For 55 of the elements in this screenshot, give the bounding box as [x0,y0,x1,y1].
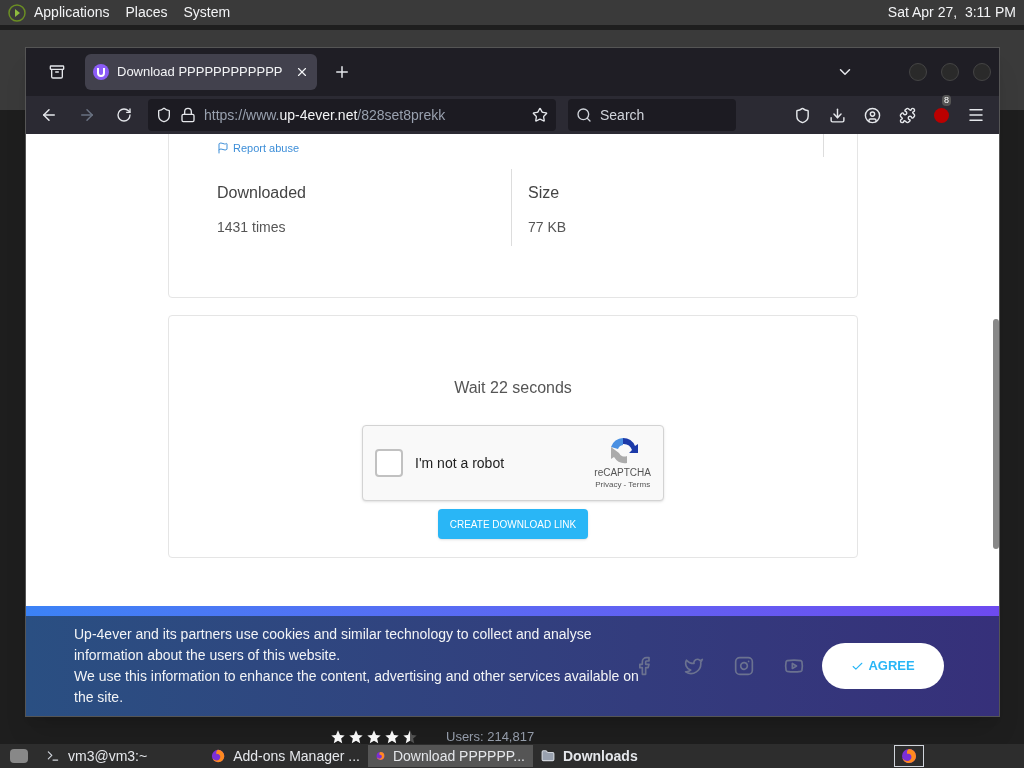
browser-tab[interactable]: Download PPPPPPPPPPPP [85,54,317,90]
shield-icon [156,107,172,123]
bookmark-star-icon[interactable] [532,107,548,123]
search-icon [576,107,592,123]
search-field[interactable]: Search [568,99,736,131]
taskbar-item[interactable]: vm3@vm3:~ [38,745,203,767]
cookie-notice-text: Up-4ever and its partners use cookies and similar technology to collect and analyse information about the users of this website. [74,625,593,665]
captcha-checkbox[interactable] [375,449,403,477]
users-count: Users: 214,817 [446,728,535,746]
download-icon[interactable] [829,106,846,124]
account-icon[interactable] [864,106,881,124]
stat-value: 77 KB [528,217,568,237]
extensions-icon[interactable] [899,106,916,124]
folder-icon [541,749,555,763]
wait-message: Wait 22 seconds [454,378,572,398]
scrollbar-thumb[interactable] [993,319,999,549]
clock[interactable]: Sat Apr 27, 3:11 PM [887,2,1016,23]
report-abuse-link[interactable]: Report abuse [233,140,300,157]
recaptcha-brand: reCAPTCHA [594,467,651,479]
tray-browser-icon [901,748,917,764]
cookie-notice-text: We use this information to enhance the content, advertising and other services available on the site. [74,667,640,707]
stat-label: Size [528,182,561,203]
star-icon [384,728,400,745]
tab-list-icon[interactable] [48,64,65,80]
forward-icon[interactable] [78,106,96,124]
stat-label: Downloaded [217,182,307,203]
show-desktop-icon[interactable] [10,749,28,763]
terminal-icon [46,749,60,763]
new-tab-icon[interactable] [333,63,351,81]
browser-icon [211,748,226,764]
star-icon [330,728,346,745]
panel-menu[interactable]: Applications [34,2,110,23]
start-logo-icon [8,3,26,22]
captcha-label: I'm not a robot [415,453,505,473]
stat-value: 1431 times [217,217,287,237]
star-icon [402,728,418,745]
flag-icon [217,142,229,155]
star-icon [366,728,382,745]
taskbar-item[interactable]: Add-ons Manager ... [203,745,368,767]
panel-menu[interactable]: Places [125,2,168,23]
extension-badge: 8 [942,94,951,106]
recaptcha-links[interactable]: Privacy - Terms [595,479,651,491]
back-icon[interactable] [40,106,58,124]
search-input[interactable]: Search [600,101,720,129]
site-logo-icon [93,64,109,80]
menu-icon[interactable] [967,106,985,124]
url-text: https://www.up-4ever.net/828set8prekk [204,105,446,125]
star-icon [348,728,364,745]
address-bar[interactable]: https://www.up-4ever.net/828set8prekk [148,99,556,131]
panel-menu[interactable]: System [183,2,231,23]
close-icon[interactable] [295,65,309,79]
lock-icon [180,107,196,123]
taskbar-item[interactable]: Download PPPPPP... [368,745,533,767]
taskbar-item[interactable]: Downloads [533,745,698,767]
reload-icon[interactable] [116,107,132,123]
